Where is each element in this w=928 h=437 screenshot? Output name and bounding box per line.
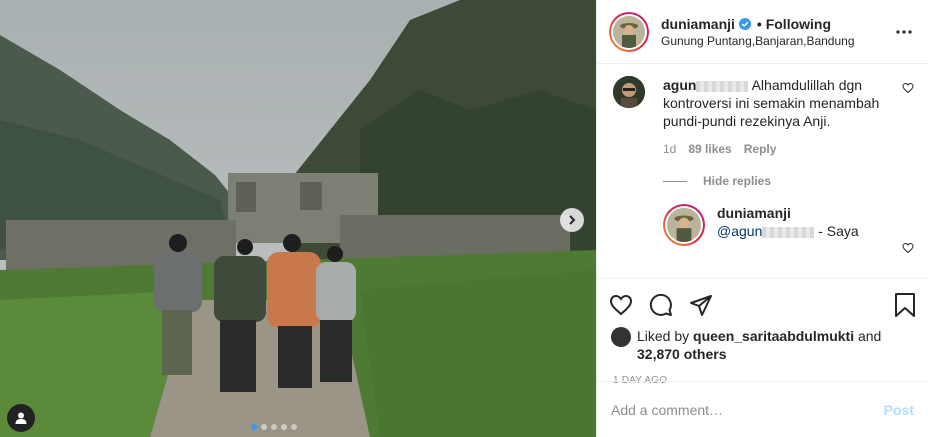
hide-replies-label: Hide replies: [703, 174, 772, 188]
comment-reply-button[interactable]: Reply: [744, 142, 777, 156]
redacted-mention-part: [762, 226, 815, 238]
carousel-dot: [281, 424, 287, 430]
liked-by-prefix: Liked by: [637, 328, 690, 344]
reply-avatar-image: [667, 208, 701, 242]
comment-button[interactable]: [649, 285, 689, 325]
comment-age: 1d: [663, 142, 677, 156]
photo-scene: [0, 0, 596, 437]
author-avatar-image: [613, 15, 645, 48]
liked-by-summary: Liked by queen_saritaabdulmukti and 32,8…: [609, 327, 916, 363]
hide-replies-divider: [663, 180, 687, 182]
comment-meta: 1d 89 likes Reply: [663, 142, 912, 156]
liked-by-and: and: [857, 328, 882, 344]
share-button[interactable]: [689, 285, 729, 325]
reply-mention[interactable]: @agun: [717, 223, 762, 239]
comment-item: agun Alhamdulillah dgn kontroversi ini s…: [613, 76, 914, 130]
likes-others-count[interactable]: 32,870 others: [637, 346, 727, 362]
like-comment-heart-icon[interactable]: [902, 82, 914, 94]
reply-item: duniamanji @agun - Saya: [663, 204, 914, 254]
following-button[interactable]: • Following: [757, 16, 831, 32]
post-comment-button[interactable]: Post: [884, 402, 914, 418]
next-photo-button[interactable]: [560, 208, 584, 232]
hide-replies-button[interactable]: Hide replies: [663, 174, 912, 188]
post-actions: Liked by queen_saritaabdulmukti and 32,8…: [597, 278, 928, 386]
chevron-right-icon: [569, 215, 576, 225]
bookmark-icon: [895, 293, 915, 317]
commenter-avatar-image: [613, 76, 645, 108]
post-header: duniamanji • Following Gunung Puntang,Ba…: [597, 0, 928, 64]
comment-icon: [649, 293, 672, 316]
reply-author-avatar[interactable]: [663, 204, 705, 246]
comments-list[interactable]: agun Alhamdulillah dgn kontroversi ini s…: [597, 64, 928, 278]
liker-username[interactable]: queen_saritaabdulmukti: [693, 328, 854, 344]
commenter-username[interactable]: agun: [663, 77, 696, 93]
save-button[interactable]: [876, 285, 916, 325]
post-location[interactable]: Gunung Puntang,Banjaran,Bandung: [661, 34, 892, 48]
reply-text: - Saya: [818, 223, 859, 239]
instagram-post-modal: duniamanji • Following Gunung Puntang,Ba…: [0, 0, 928, 437]
more-horizontal-icon: [896, 29, 912, 34]
comment-likes[interactable]: 89 likes: [688, 142, 731, 156]
redacted-username-part: [696, 80, 749, 92]
carousel-indicator: [251, 424, 297, 430]
paper-plane-icon: [690, 295, 712, 316]
carousel-dot: [271, 424, 277, 430]
add-comment-bar: Post: [597, 381, 928, 437]
verified-badge-icon: [738, 17, 751, 30]
like-reply-heart-icon[interactable]: [902, 242, 914, 254]
liker-avatar[interactable]: [611, 327, 631, 347]
action-icon-row: [609, 285, 916, 325]
author-avatar[interactable]: [609, 11, 649, 52]
heart-icon: [609, 294, 633, 316]
user-icon: [15, 412, 27, 424]
carousel-dot: [261, 424, 267, 430]
person-4: [316, 246, 356, 382]
more-options-button[interactable]: [892, 20, 916, 44]
post-side-panel: duniamanji • Following Gunung Puntang,Ba…: [596, 0, 928, 437]
add-comment-input[interactable]: [611, 401, 884, 418]
carousel-dot: [251, 424, 257, 430]
author-username[interactable]: duniamanji: [661, 16, 735, 32]
carousel-dot: [291, 424, 297, 430]
tagged-users-button[interactable]: [7, 404, 35, 432]
commenter-avatar[interactable]: [613, 76, 645, 108]
post-photo[interactable]: [0, 0, 596, 437]
like-button[interactable]: [609, 285, 649, 325]
reply-username[interactable]: duniamanji: [717, 204, 859, 222]
